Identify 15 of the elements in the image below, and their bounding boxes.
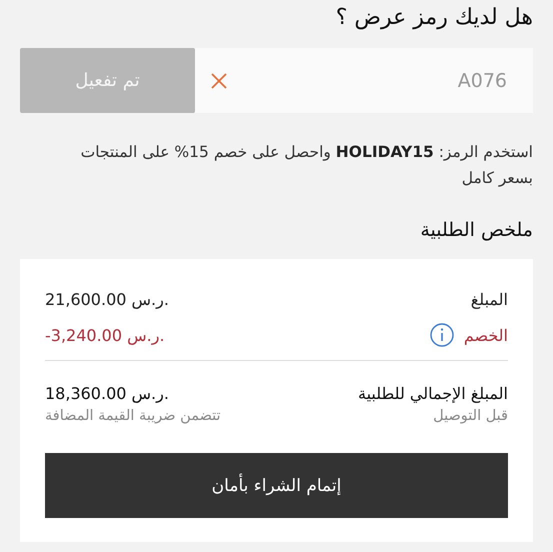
total-label: المبلغ الإجمالي للطلبية (358, 383, 508, 405)
amount: -3,240.00 ر.س. (45, 326, 165, 344)
code-input-field[interactable]: A076 (195, 48, 533, 113)
delivery-note: قبل التوصيل (432, 407, 508, 426)
summary-title: ملخص الطلبية (419, 218, 533, 243)
close-icon[interactable] (211, 72, 227, 88)
total-amount: 18,360.00 ر.س. (45, 383, 170, 405)
checkout-button[interactable]: إتمام الشراء بأمان (45, 453, 508, 518)
amount: 21,600.00 ر.س. (45, 290, 169, 308)
line-label: الخصم (464, 326, 508, 344)
tax-note: تتضمن ضريبة القيمة المضافة (45, 407, 221, 426)
info-icon[interactable] (430, 323, 454, 347)
promo-heading: هل لديك رمز عرض ؟ (334, 4, 533, 32)
line-label: المبلغ (470, 290, 508, 308)
code-text-input[interactable]: A076 (235, 68, 509, 92)
